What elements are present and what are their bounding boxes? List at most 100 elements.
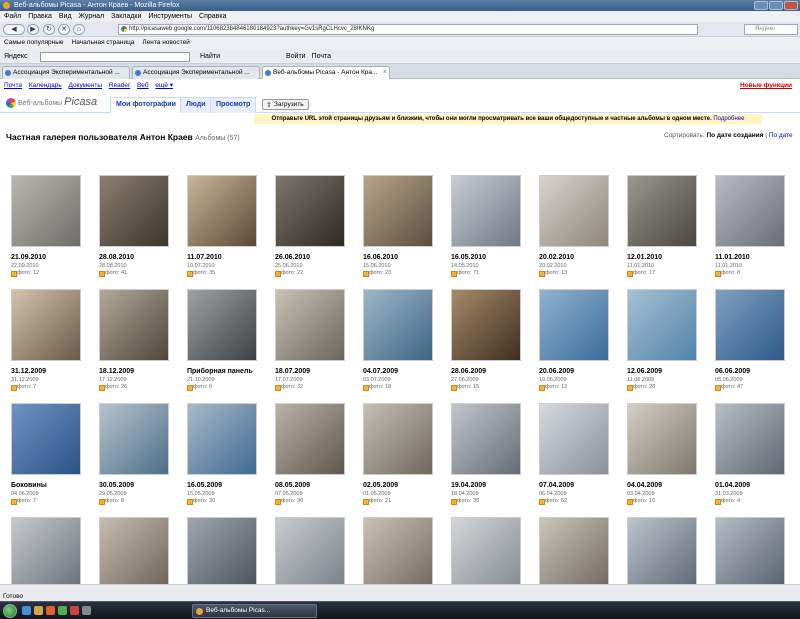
album-title-link[interactable]: 07.04.2009 xyxy=(539,482,574,489)
album-thumbnail[interactable] xyxy=(275,175,345,247)
album-card[interactable] xyxy=(446,512,532,595)
album-thumbnail[interactable] xyxy=(451,517,521,589)
horizontal-scrollbar[interactable] xyxy=(0,584,800,592)
album-thumbnail[interactable] xyxy=(539,175,609,247)
tab-my-photos[interactable]: Мои фотографии xyxy=(110,97,182,113)
album-title-link[interactable]: 28.08.2010 xyxy=(99,254,134,261)
stop-icon[interactable]: ✕ xyxy=(58,24,70,35)
home-icon[interactable]: ⌂ xyxy=(73,24,85,35)
album-title-link[interactable]: 18.07.2009 xyxy=(275,368,310,375)
album-thumbnail[interactable] xyxy=(11,517,81,589)
app-icon[interactable] xyxy=(82,606,91,615)
menu-bookmarks[interactable]: Закладки xyxy=(111,11,141,22)
album-thumbnail[interactable] xyxy=(539,403,609,475)
gbar-docs-link[interactable]: Документы xyxy=(69,82,103,89)
album-thumbnail[interactable] xyxy=(363,175,433,247)
album-thumbnail[interactable] xyxy=(715,517,785,589)
gbar-mail-link[interactable]: Почта xyxy=(4,82,22,89)
album-thumbnail[interactable] xyxy=(627,175,697,247)
album-thumbnail[interactable] xyxy=(451,403,521,475)
album-card[interactable]: 06.06.2009 05.06.2009 фото: 47 xyxy=(710,284,796,396)
album-title-link[interactable]: 18.12.2009 xyxy=(99,368,134,375)
back-button[interactable]: ◀ xyxy=(3,24,25,35)
album-card[interactable] xyxy=(94,512,180,595)
album-card[interactable]: 31.12.2009 31.12.2009 фото: 7 xyxy=(6,284,92,396)
album-card[interactable] xyxy=(534,512,620,595)
album-title-link[interactable]: 21.09.2010 xyxy=(11,254,46,261)
album-title-link[interactable]: 30.05.2009 xyxy=(99,482,134,489)
album-thumbnail[interactable] xyxy=(715,175,785,247)
album-card[interactable] xyxy=(270,512,356,595)
search-input[interactable]: Яндекс xyxy=(744,24,798,35)
menu-history[interactable]: Журнал xyxy=(79,11,105,22)
start-button[interactable] xyxy=(3,604,17,618)
album-card[interactable]: 21.09.2010 22.09.2010 фото: 12 xyxy=(6,170,92,282)
album-thumbnail[interactable] xyxy=(627,289,697,361)
album-title-link[interactable]: 20.02.2010 xyxy=(539,254,574,261)
album-thumbnail[interactable] xyxy=(99,289,169,361)
album-title-link[interactable]: 04.07.2009 xyxy=(363,368,398,375)
notice-more-link[interactable]: Подробнее xyxy=(713,116,744,122)
bookmark-news-feed[interactable]: Лента новостей xyxy=(142,37,189,49)
gbar-calendar-link[interactable]: Календарь xyxy=(29,82,62,89)
album-card[interactable]: 28.08.2010 28.08.2010 фото: 41 xyxy=(94,170,180,282)
album-card[interactable]: 18.12.2009 17.12.2009 фото: 26 xyxy=(94,284,180,396)
album-card[interactable]: 12.01.2010 11.01.2010 фото: 17 xyxy=(622,170,708,282)
menu-edit[interactable]: Правка xyxy=(28,11,52,22)
album-card[interactable]: Боковины 04.06.2009 фото: 7 xyxy=(6,398,92,510)
app-icon[interactable] xyxy=(58,606,67,615)
tab-close-icon[interactable]: × xyxy=(383,67,387,79)
album-card[interactable] xyxy=(6,512,92,595)
album-card[interactable]: 19.04.2009 18.04.2009 фото: 35 xyxy=(446,398,532,510)
yandex-mail-button[interactable]: Почта xyxy=(312,49,331,64)
album-card[interactable] xyxy=(710,512,796,595)
menu-help[interactable]: Справка xyxy=(199,11,226,22)
tab-association-1[interactable]: Ассоциация Экспериментальной ... xyxy=(2,66,130,79)
yandex-login-button[interactable]: Войти xyxy=(286,49,306,64)
album-title-link[interactable]: 02.05.2009 xyxy=(363,482,398,489)
url-bar[interactable]: http://picasaweb.google.com/110682384846… xyxy=(118,24,698,35)
reload-icon[interactable]: ↻ xyxy=(43,24,55,35)
album-card[interactable]: 18.07.2009 17.07.2009 фото: 32 xyxy=(270,284,356,396)
album-card[interactable]: 16.06.2010 15.06.2010 фото: 23 xyxy=(358,170,444,282)
tab-association-2[interactable]: Ассоциация Экспериментальной ... xyxy=(132,66,260,79)
album-thumbnail[interactable] xyxy=(11,289,81,361)
album-card[interactable]: 20.06.2009 19.06.2009 фото: 13 xyxy=(534,284,620,396)
album-title-link[interactable]: 12.06.2009 xyxy=(627,368,662,375)
album-thumbnail[interactable] xyxy=(275,517,345,589)
album-card[interactable]: 08.05.2009 07.05.2009 фото: 36 xyxy=(270,398,356,510)
album-title-link[interactable]: 12.01.2010 xyxy=(627,254,662,261)
album-thumbnail[interactable] xyxy=(363,403,433,475)
tab-explore[interactable]: Просмотр xyxy=(210,97,257,113)
sort-by-date-link[interactable]: По дате xyxy=(769,132,793,139)
new-features-link[interactable]: Новые функции xyxy=(740,80,792,91)
album-thumbnail[interactable] xyxy=(715,289,785,361)
album-title-link[interactable]: 28.06.2009 xyxy=(451,368,486,375)
bookmark-start-page[interactable]: Начальная страница xyxy=(72,37,135,49)
album-thumbnail[interactable] xyxy=(187,517,257,589)
album-title-link[interactable]: 31.12.2009 xyxy=(11,368,46,375)
album-title-link[interactable]: 26.06.2010 xyxy=(275,254,310,261)
album-card[interactable] xyxy=(622,512,708,595)
album-card[interactable]: 26.06.2010 25.06.2010 фото: 22 xyxy=(270,170,356,282)
album-title-link[interactable]: 19.04.2009 xyxy=(451,482,486,489)
bookmark-most-visited[interactable]: Самые популярные xyxy=(4,37,64,49)
album-title-link[interactable]: 04.04.2009 xyxy=(627,482,662,489)
album-card[interactable]: 11.01.2010 11.01.2010 фото: 8 xyxy=(710,170,796,282)
album-thumbnail[interactable] xyxy=(99,403,169,475)
menu-file[interactable]: Файл xyxy=(4,11,21,22)
album-card[interactable]: 04.07.2009 03.07.2009 фото: 18 xyxy=(358,284,444,396)
album-title-link[interactable]: Боковины xyxy=(11,482,47,489)
ie-icon[interactable] xyxy=(22,606,31,615)
album-thumbnail[interactable] xyxy=(11,403,81,475)
yandex-search-input[interactable] xyxy=(40,52,190,62)
album-thumbnail[interactable] xyxy=(187,175,257,247)
gbar-more-link[interactable]: ещё ▾ xyxy=(155,82,173,89)
album-thumbnail[interactable] xyxy=(275,403,345,475)
folder-icon[interactable] xyxy=(34,606,43,615)
album-thumbnail[interactable] xyxy=(99,517,169,589)
minimize-button[interactable] xyxy=(754,1,768,10)
album-card[interactable]: 11.07.2010 10.07.2010 фото: 35 xyxy=(182,170,268,282)
album-thumbnail[interactable] xyxy=(363,517,433,589)
album-thumbnail[interactable] xyxy=(539,289,609,361)
